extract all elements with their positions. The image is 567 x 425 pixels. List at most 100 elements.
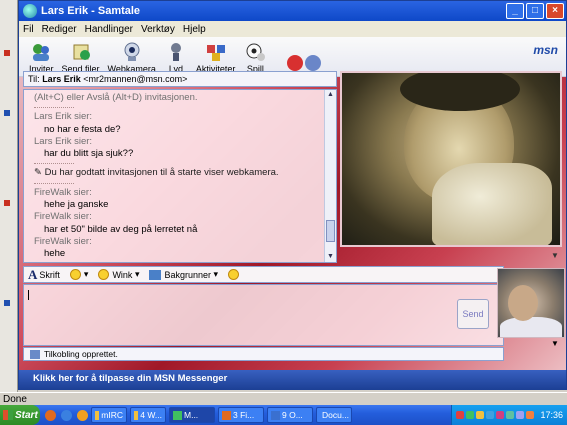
sidebar-marker [4,200,10,206]
browser-status-bar: Done [0,392,567,405]
message-text: no har e festa de? [44,123,121,135]
tray-icon[interactable] [516,411,525,419]
scroll-thumb[interactable] [326,220,335,242]
activities-icon [206,45,225,61]
separator [34,107,74,109]
audio-icon [170,43,181,61]
sidebar-marker [4,110,10,116]
scroll-up-icon[interactable]: ▲ [326,90,335,100]
ie-quicklaunch-icon[interactable] [61,409,72,421]
mirc-icon [95,410,100,420]
msn-logo: msn [533,43,558,57]
menu-edit[interactable]: Rediger [42,24,77,35]
sender-line: FireWalk sier: [34,235,92,247]
message-text: har et 50" bilde av deg på lerretet nå [44,223,198,235]
history-scrollbar[interactable]: ▲ ▼ [324,90,336,262]
menu-file[interactable]: Fil [23,24,34,35]
nudge-icon [228,269,240,280]
contact-name: Lars Erik [42,74,81,84]
sender-line: FireWalk sier: [34,186,92,198]
clock[interactable]: 17:36 [540,410,563,420]
system-message: ✎ Du har godtatt invitasjonen til å star… [34,167,279,179]
my-picture-head [508,285,538,321]
quicklaunch-icon[interactable] [77,409,88,421]
nudge-button[interactable] [228,269,242,280]
conversation-window: Lars Erik - Samtale _ □ × Fil Rediger Ha… [18,0,567,390]
message-text: hehe ja ganske [44,199,109,211]
message-input[interactable] [23,284,504,346]
webcam-options-icon[interactable]: ▼ [551,251,559,260]
tray-icon[interactable] [486,411,495,419]
audio-button[interactable]: Lyd [164,41,188,74]
tray-icon[interactable] [506,411,515,419]
window-title: Lars Erik - Samtale [41,5,141,17]
task-document[interactable]: Docu... [316,407,352,423]
webcam-hand [432,163,552,245]
emoticon-button[interactable]: ▾ [69,269,88,280]
message-text: hehe [44,248,66,260]
send-files-icon [73,44,90,60]
message-history[interactable]: (Alt+C) eller Avslå (Alt+D) invitasjonen… [23,89,337,263]
outlook-icon [271,410,280,420]
maximize-button[interactable]: □ [526,3,544,19]
games-button[interactable]: Spill [243,41,267,74]
wink-button[interactable]: Wink ▾ [98,269,139,280]
tray-icon[interactable] [456,411,465,419]
taskbar: Start mIRC 4 W... M... 3 Fi... 9 O... Do… [0,405,567,425]
messenger-icon [23,4,37,18]
minimize-button[interactable]: _ [506,3,524,19]
sender-line: Lars Erik sier: [34,111,93,123]
firefox-icon [222,410,231,420]
send-button[interactable]: Send [457,299,489,329]
display-picture-icon[interactable] [305,55,321,71]
menu-tools[interactable]: Verktøy [141,24,175,35]
folder-icon [134,410,139,420]
task-outlook[interactable]: 9 O... [267,407,313,423]
windows-flag-icon [3,410,13,420]
messenger-task-icon [173,410,182,420]
background-browser-sidebar [0,0,18,392]
system-tray: 17:36 [451,405,567,425]
menu-help[interactable]: Hjelp [183,24,206,35]
task-messenger[interactable]: M... [169,407,215,423]
send-files-button[interactable]: Send filer [62,41,100,74]
menu-actions[interactable]: Handlinger [85,24,133,35]
task-windows[interactable]: 4 W... [130,407,166,423]
sender-line: Lars Erik sier: [34,135,93,147]
activities-button[interactable]: Aktiviteter [196,41,235,74]
separator [34,163,74,165]
games-icon [246,43,266,61]
sidebar-marker [4,50,10,56]
to-bar: Til: Lars Erik <mr2mannen@msn.com> [23,71,337,87]
tray-icon[interactable] [496,411,505,419]
wink-icon [98,269,110,280]
connection-status: Tilkobling opprettet. [23,347,504,361]
emoticon-icon [69,269,81,280]
customize-messenger-link[interactable]: Klikk her for å tilpasse din MSN Messeng… [19,370,566,390]
history-cut-line: (Alt+C) eller Avslå (Alt+D) invitasjonen… [34,92,198,103]
task-mirc[interactable]: mIRC [91,407,127,423]
title-bar[interactable]: Lars Erik - Samtale _ □ × [19,1,566,21]
scroll-down-icon[interactable]: ▼ [326,252,335,262]
menu-bar: Fil Rediger Handlinger Verktøy Hjelp [19,21,566,37]
my-picture-options-icon[interactable]: ▼ [551,339,559,348]
tray-icon[interactable] [476,411,485,419]
tray-icon[interactable] [466,411,475,419]
font-icon: A [28,266,38,282]
invite-button[interactable]: Inviter [29,41,54,74]
my-display-picture[interactable] [497,268,565,338]
sidebar-marker [4,300,10,306]
connection-icon [30,350,40,359]
webcam-icon [124,42,140,61]
block-icon[interactable] [287,55,303,71]
task-firefox[interactable]: 3 Fi... [218,407,264,423]
tray-icon[interactable] [526,411,535,419]
webcam-button[interactable]: Webkamera [108,41,156,74]
format-bar: A Skrift ▾ Wink ▾ Bakgrunner ▾ [23,266,504,283]
background-button[interactable]: Bakgrunner ▾ [149,269,218,280]
firefox-quicklaunch-icon[interactable] [45,409,56,421]
message-text: har du blitt sja sjuk?? [44,148,134,160]
close-button[interactable]: × [546,3,564,19]
font-button[interactable]: A Skrift [28,267,60,283]
start-button[interactable]: Start [0,405,40,425]
